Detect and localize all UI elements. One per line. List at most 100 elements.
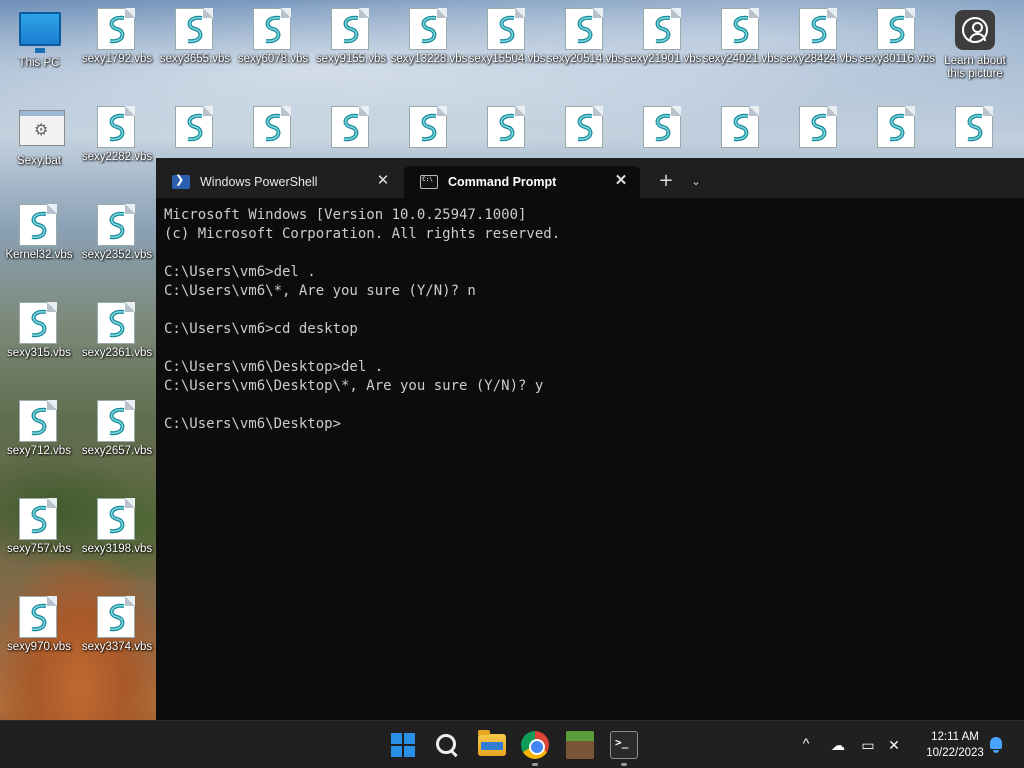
desktop-icon[interactable]: This PC (0, 8, 78, 70)
desktop-icon[interactable] (156, 106, 234, 148)
desktop-icon[interactable]: sexy2282.vbs (78, 106, 156, 164)
vbs-script-icon (877, 8, 917, 50)
vbs-script-icon (409, 8, 449, 50)
notification-bell-icon[interactable] (986, 735, 1008, 757)
desktop-icon[interactable] (312, 106, 390, 148)
tab-command-prompt[interactable]: Command Prompt ✕ (404, 166, 640, 198)
desktop-icon[interactable] (780, 106, 858, 148)
desktop-icon[interactable]: ⚙ Sexy.bat (0, 106, 78, 168)
vbs-script-icon (19, 498, 59, 540)
tab-label: Windows PowerShell (200, 175, 318, 189)
desktop-icon-label: sexy315.vbs (7, 347, 71, 359)
desktop-icon[interactable]: sexy315.vbs (0, 302, 78, 360)
desktop-icon-label: sexy3374.vbs (81, 641, 153, 653)
vbs-script-icon (19, 302, 59, 344)
desktop-icon[interactable]: sexy13228.vbs (390, 8, 468, 66)
vbs-script-icon (19, 204, 59, 246)
file-explorer-icon[interactable] (478, 730, 506, 756)
tab-dropdown-button[interactable]: ⌄ (686, 170, 706, 194)
desktop-icon-label: sexy9155.vbs (315, 53, 387, 65)
vbs-script-icon (331, 8, 371, 50)
desktop-icon[interactable]: sexy3198.vbs (78, 498, 156, 556)
minecraft-icon[interactable] (566, 731, 594, 759)
desktop-icon[interactable]: sexy1792.vbs (78, 8, 156, 66)
desktop-icon[interactable]: sexy30116.vbs (858, 8, 936, 66)
desktop-icon[interactable] (390, 106, 468, 148)
desktop-icon[interactable]: sexy21901.vbs (624, 8, 702, 66)
vbs-script-icon (331, 106, 371, 148)
desktop-icon-label: Sexy.bat (17, 155, 61, 167)
vbs-script-icon (799, 8, 839, 50)
vbs-script-icon (97, 302, 137, 344)
desktop-icon[interactable] (468, 106, 546, 148)
cmd-icon (420, 175, 438, 189)
desktop-icon[interactable]: sexy970.vbs (0, 596, 78, 654)
desktop-icon[interactable] (234, 106, 312, 148)
new-tab-button[interactable]: + (654, 170, 678, 194)
vbs-script-icon (643, 106, 683, 148)
tab-windows-powershell[interactable]: Windows PowerShell ✕ (156, 166, 402, 198)
volume-muted-icon[interactable]: ✕ (884, 735, 904, 755)
vbs-script-icon (721, 8, 761, 50)
vbs-script-icon (253, 8, 293, 50)
close-tab-icon[interactable]: ✕ (374, 172, 392, 190)
desktop-icon[interactable]: sexy757.vbs (0, 498, 78, 556)
running-indicator (621, 763, 627, 766)
desktop-icon[interactable]: sexy28424.vbs (780, 8, 858, 66)
vbs-script-icon (877, 106, 917, 148)
onedrive-icon[interactable]: ☁ (828, 735, 848, 755)
desktop-icon[interactable]: Learn about this picture (936, 8, 1014, 81)
vbs-script-icon (253, 106, 293, 148)
desktop-icon-label: sexy15504.vbs (468, 53, 546, 65)
vbs-script-icon (175, 106, 215, 148)
vbs-script-icon (955, 106, 995, 148)
vbs-script-icon (175, 8, 215, 50)
terminal-output[interactable]: Microsoft Windows [Version 10.0.25947.10… (164, 206, 1016, 434)
learn-picture-icon (955, 10, 995, 52)
desktop-icon-label: Learn about this picture (944, 55, 1006, 80)
desktop-icon-label: sexy30116.vbs (859, 53, 935, 65)
close-tab-icon[interactable]: ✕ (612, 172, 630, 190)
search-icon[interactable] (433, 731, 461, 759)
vbs-script-icon (97, 400, 137, 442)
desktop-icon[interactable]: sexy2361.vbs (78, 302, 156, 360)
desktop-icon-label: sexy24021.vbs (702, 53, 780, 65)
desktop-icon-label: sexy757.vbs (7, 543, 71, 555)
vbs-script-icon (487, 8, 527, 50)
desktop-icon[interactable]: sexy15504.vbs (468, 8, 546, 66)
vbs-script-icon (19, 400, 59, 442)
desktop-icon-label: sexy970.vbs (7, 641, 71, 653)
start-icon[interactable] (389, 731, 417, 759)
desktop-icon[interactable]: Kernel32.vbs (0, 204, 78, 262)
desktop-icon[interactable]: sexy6078.vbs (234, 8, 312, 66)
tab-bar: Windows PowerShell ✕ Command Prompt ✕ + … (156, 158, 1024, 198)
desktop-icon[interactable] (624, 106, 702, 148)
desktop-icon-label: sexy2361.vbs (81, 347, 153, 359)
desktop-icon[interactable]: sexy9155.vbs (312, 8, 390, 66)
vbs-script-icon (487, 106, 527, 148)
desktop-icon[interactable] (546, 106, 624, 148)
desktop-icon[interactable] (702, 106, 780, 148)
network-icon[interactable]: ▭ (858, 735, 878, 755)
desktop-icon[interactable] (936, 106, 1014, 148)
desktop-icon-label: This PC (18, 57, 60, 69)
desktop-icon[interactable]: sexy712.vbs (0, 400, 78, 458)
chrome-icon[interactable] (521, 731, 549, 759)
desktop-icon-label: sexy13228.vbs (390, 53, 468, 65)
show-hidden-icons-chevron[interactable]: ^ (796, 735, 816, 755)
vbs-script-icon (409, 106, 449, 148)
tab-label: Command Prompt (448, 175, 557, 189)
terminal-window[interactable]: Windows PowerShell ✕ Command Prompt ✕ + … (156, 158, 1024, 720)
terminal-icon[interactable] (610, 731, 638, 759)
desktop-icon[interactable]: sexy3374.vbs (78, 596, 156, 654)
vbs-script-icon (565, 106, 605, 148)
desktop-icon[interactable]: sexy2657.vbs (78, 400, 156, 458)
vbs-script-icon (643, 8, 683, 50)
vbs-script-icon (565, 8, 605, 50)
desktop-icon[interactable]: sexy3655.vbs (156, 8, 234, 66)
desktop-icon[interactable]: sexy2352.vbs (78, 204, 156, 262)
desktop-icon[interactable]: sexy24021.vbs (702, 8, 780, 66)
vbs-script-icon (721, 106, 761, 148)
desktop-icon[interactable] (858, 106, 936, 148)
desktop-icon[interactable]: sexy20514.vbs (546, 8, 624, 66)
